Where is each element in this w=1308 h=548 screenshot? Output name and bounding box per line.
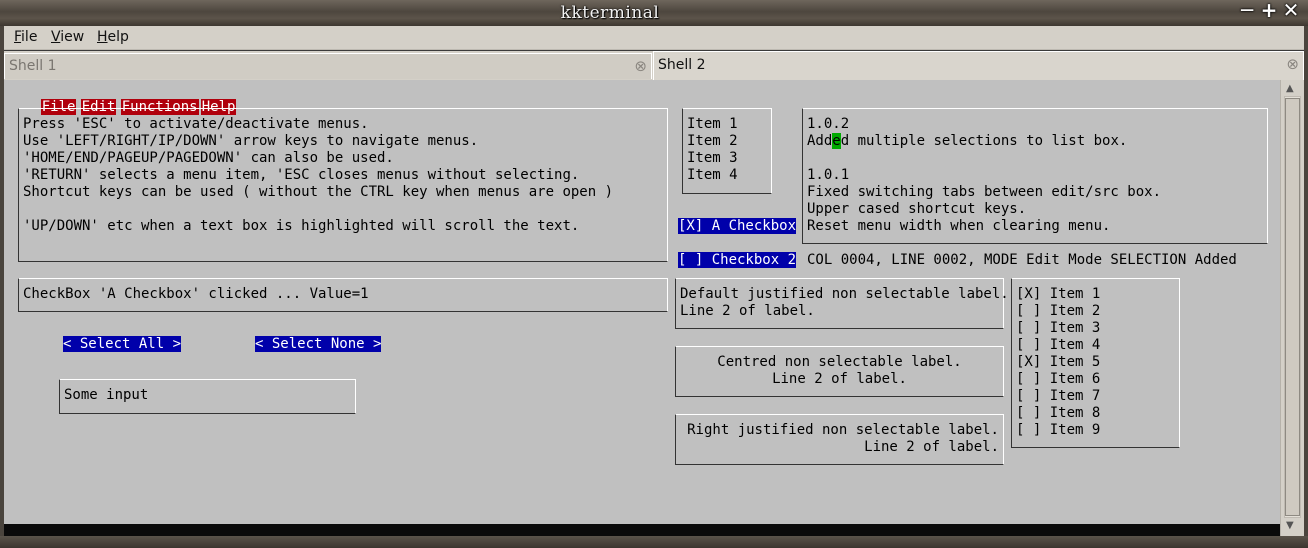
message-text: CheckBox 'A Checkbox' clicked ... Value=… xyxy=(23,286,369,302)
changelog-line: Reset menu width when clearing menu. xyxy=(807,218,1111,234)
select-all-button[interactable]: < Select All > xyxy=(63,336,182,352)
input-value: Some input xyxy=(64,387,149,403)
list-item[interactable]: Item 4 xyxy=(687,167,738,184)
help-line: 'UP/DOWN' etc when a text box is highlig… xyxy=(23,218,580,234)
terminal-screen[interactable]: File Edit Functions Help Press 'ESC' to … xyxy=(4,80,1280,524)
tab-close-icon[interactable]: ⊗ xyxy=(1286,55,1299,73)
window-frame-bottom xyxy=(0,536,1308,548)
menu-file[interactable]: File xyxy=(14,29,37,45)
tab-shell-2[interactable]: Shell 2 ⊗ xyxy=(653,51,1304,80)
label-line: Line 2 of label. xyxy=(864,439,999,455)
menu-help-mnemonic: H xyxy=(97,29,108,45)
menu-file-mnemonic: F xyxy=(14,29,22,45)
list-item[interactable]: Item 1 xyxy=(687,116,738,133)
help-line: Press 'ESC' to activate/deactivate menus… xyxy=(23,116,369,132)
tab-close-icon[interactable]: ⊗ xyxy=(634,57,647,75)
changelog-line: Upper cased shortcut keys. xyxy=(807,201,1027,217)
label-right-box: Right justified non selectable label. Li… xyxy=(675,414,1004,465)
changelog-line: 1.0.1 xyxy=(807,167,850,183)
checkbox-a[interactable]: [X] A Checkbox xyxy=(678,218,797,234)
label-centred-box: Centred non selectable label. Line 2 of … xyxy=(675,346,1004,397)
tab-shell-1[interactable]: Shell 1 ⊗ xyxy=(4,53,652,79)
changelog-textbox[interactable]: 1.0.2 Added multiple selections to list … xyxy=(802,108,1268,244)
text-cursor: e xyxy=(832,133,841,149)
multi-list-item[interactable]: [X] Item 5 xyxy=(1016,354,1100,371)
maximize-icon[interactable]: + xyxy=(1258,0,1280,21)
tab-bar: Shell 1 ⊗ Shell 2 ⊗ xyxy=(4,51,1304,80)
minimize-icon[interactable]: ─ xyxy=(1236,0,1258,21)
help-line: Shortcut keys can be used ( without the … xyxy=(23,184,614,200)
tab-label: Shell 2 xyxy=(658,57,706,73)
multi-list-item[interactable]: [ ] Item 3 xyxy=(1016,320,1100,337)
tab-label: Shell 1 xyxy=(9,58,57,74)
vertical-scrollbar[interactable]: ▲ ▼ xyxy=(1280,80,1304,536)
label-line: Line 2 of label. xyxy=(680,303,815,319)
help-line xyxy=(23,201,613,218)
multi-list-item[interactable]: [ ] Item 4 xyxy=(1016,337,1100,354)
help-text: Press 'ESC' to activate/deactivate menus… xyxy=(23,116,613,235)
multi-select-list[interactable]: [X] Item 1 [ ] Item 2 [ ] Item 3 [ ] Ite… xyxy=(1011,278,1180,448)
changelog-line: Added multiple selections to list box. xyxy=(807,133,1161,150)
terminal-bottom-edge xyxy=(4,524,1280,536)
label-line: Right justified non selectable label. xyxy=(687,422,999,438)
changelog-text: d multiple selections to list box. xyxy=(840,133,1128,149)
multi-list-item[interactable]: [ ] Item 9 xyxy=(1016,422,1100,439)
changelog-line: Fixed switching tabs between edit/src bo… xyxy=(807,184,1162,200)
message-box: CheckBox 'A Checkbox' clicked ... Value=… xyxy=(18,278,668,312)
multi-list-item[interactable]: [ ] Item 7 xyxy=(1016,388,1100,405)
multi-list-item[interactable]: [X] Item 1 xyxy=(1016,286,1100,303)
close-icon[interactable]: ✕ xyxy=(1280,0,1302,21)
changelog-line xyxy=(807,150,1161,167)
label-line: Default justified non selectable label. xyxy=(680,286,1009,302)
label-default-box: Default justified non selectable label. … xyxy=(675,278,1009,329)
scroll-up-icon[interactable]: ▲ xyxy=(1286,83,1294,94)
menu-file-label: ile xyxy=(21,29,38,45)
label-line: Centred non selectable label. xyxy=(717,354,962,370)
menu-help-label: elp xyxy=(107,29,129,45)
checkbox-2[interactable]: [ ] Checkbox 2 xyxy=(678,252,797,268)
changelog-line: 1.0.2 xyxy=(807,116,850,132)
scrollbar-thumb[interactable] xyxy=(1285,98,1300,516)
menu-view[interactable]: View xyxy=(51,29,84,45)
list-item[interactable]: Item 2 xyxy=(687,133,738,150)
window-titlebar[interactable]: kkterminal ─ + ✕ xyxy=(0,0,1308,26)
help-textbox[interactable]: Press 'ESC' to activate/deactivate menus… xyxy=(18,108,668,262)
multi-list-item[interactable]: [ ] Item 2 xyxy=(1016,303,1100,320)
list-box[interactable]: Item 1 Item 2 Item 3 Item 4 xyxy=(682,108,772,194)
changelog-text: Add xyxy=(807,133,833,149)
multi-list-item[interactable]: [ ] Item 8 xyxy=(1016,405,1100,422)
multi-list-item[interactable]: [ ] Item 6 xyxy=(1016,371,1100,388)
scroll-down-icon[interactable]: ▼ xyxy=(1286,520,1294,531)
status-line: COL 0004, LINE 0002, MODE Edit Mode SELE… xyxy=(807,252,1237,268)
text-input[interactable]: Some input xyxy=(59,379,356,414)
menu-view-label: iew xyxy=(60,29,85,45)
list-item[interactable]: Item 3 xyxy=(687,150,738,167)
help-line: 'HOME/END/PAGEUP/PAGEDOWN' can also be u… xyxy=(23,150,394,166)
window-title: kkterminal xyxy=(560,3,660,23)
app-menubar: File View Help xyxy=(4,26,1304,50)
help-line: 'RETURN' selects a menu item, 'ESC close… xyxy=(23,167,580,183)
menu-view-mnemonic: V xyxy=(51,29,61,45)
window-frame-right xyxy=(1304,26,1308,540)
select-none-button[interactable]: < Select None > xyxy=(255,336,382,352)
window-controls: ─ + ✕ xyxy=(1236,0,1302,21)
label-line: Line 2 of label. xyxy=(772,371,907,387)
help-line: Use 'LEFT/RIGHT/IP/DOWN' arrow keys to n… xyxy=(23,133,479,149)
menu-help[interactable]: Help xyxy=(97,29,129,45)
